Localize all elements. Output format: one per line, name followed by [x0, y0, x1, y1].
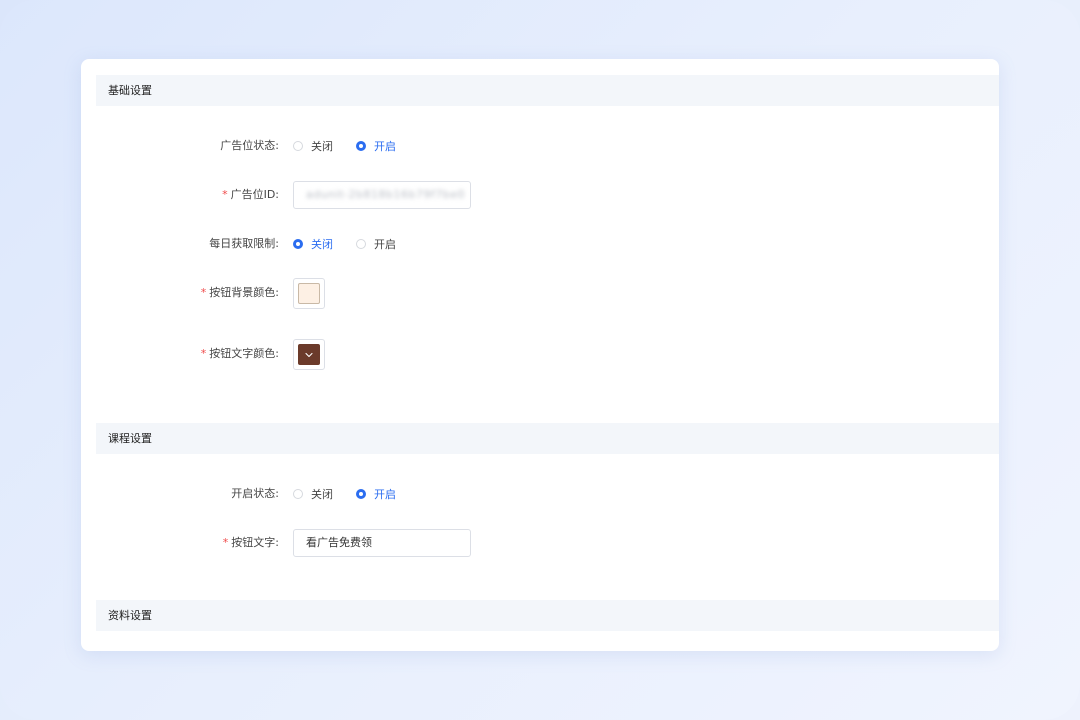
- open-status-on-radio[interactable]: 开启: [356, 486, 396, 502]
- button-text-label: * 按钮文字:: [222, 536, 279, 549]
- section-title: 资料设置: [108, 609, 152, 622]
- radio-checked-icon: [356, 489, 366, 499]
- open-status-label: 开启状态:: [231, 487, 279, 500]
- radio-checked-icon: [293, 239, 303, 249]
- required-mark: *: [200, 347, 207, 360]
- radio-checked-icon: [356, 141, 366, 151]
- daily-limit-on-radio[interactable]: 开启: [356, 236, 396, 252]
- daily-limit-label: 每日获取限制:: [209, 237, 279, 250]
- button-text-color-row: * 按钮文字颜色:: [81, 339, 999, 370]
- open-status-off-radio[interactable]: 关闭: [293, 486, 333, 502]
- radio-circle-icon: [293, 489, 303, 499]
- daily-limit-off-radio[interactable]: 关闭: [293, 236, 333, 252]
- ad-id-label: * 广告位ID:: [222, 188, 279, 201]
- section-title: 课程设置: [108, 432, 152, 445]
- section-header-basic: 基础设置: [96, 75, 999, 106]
- required-mark: *: [222, 188, 228, 201]
- ad-status-off-radio[interactable]: 关闭: [293, 138, 333, 154]
- button-text-color-picker[interactable]: [293, 339, 325, 370]
- ad-status-label: 广告位状态:: [220, 139, 279, 152]
- ad-status-row: 广告位状态: 关闭 开启: [81, 131, 999, 161]
- color-swatch: [298, 344, 320, 365]
- section-header-course: 课程设置: [96, 423, 999, 454]
- ad-id-input[interactable]: adunit-2b818b16b79f7be0: [293, 181, 471, 209]
- button-text-color-label: * 按钮文字颜色:: [200, 347, 279, 360]
- button-text-input[interactable]: 看广告免费领: [293, 529, 471, 557]
- open-status-radio-group: 关闭 开启: [293, 479, 419, 509]
- button-bg-color-picker[interactable]: [293, 278, 325, 309]
- radio-circle-icon: [293, 141, 303, 151]
- button-bg-color-label: * 按钮背景颜色:: [200, 286, 279, 299]
- daily-limit-row: 每日获取限制: 关闭 开启: [81, 229, 999, 259]
- button-text-row: * 按钮文字: 看广告免费领: [81, 528, 999, 558]
- open-status-row: 开启状态: 关闭 开启: [81, 479, 999, 509]
- radio-circle-icon: [356, 239, 366, 249]
- section-title: 基础设置: [108, 84, 152, 97]
- ad-status-on-radio[interactable]: 开启: [356, 138, 396, 154]
- ad-status-radio-group: 关闭 开启: [293, 131, 419, 161]
- required-mark: *: [222, 536, 229, 549]
- chevron-down-icon: [298, 344, 320, 365]
- color-swatch: [298, 283, 320, 304]
- daily-limit-radio-group: 关闭 开启: [293, 229, 419, 259]
- settings-card: 基础设置 广告位状态: 关闭 开启 * 广告位ID: adunit-2b818b1…: [81, 59, 999, 651]
- required-mark: *: [200, 286, 207, 299]
- ad-id-row: * 广告位ID: adunit-2b818b16b79f7be0: [81, 180, 999, 210]
- section-header-material: 资料设置: [96, 600, 999, 631]
- button-bg-color-row: * 按钮背景颜色:: [81, 278, 999, 309]
